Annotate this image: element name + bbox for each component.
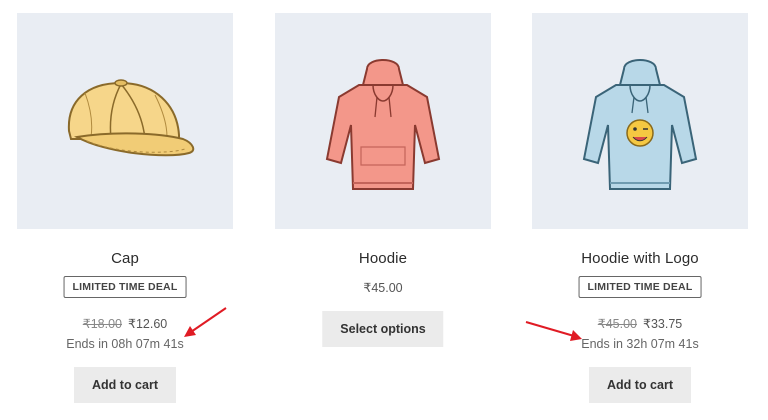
regular-price: ₹18.00 — [82, 317, 122, 331]
product-title[interactable]: Cap — [17, 250, 233, 267]
select-options-button[interactable]: Select options — [322, 311, 444, 347]
product-title[interactable]: Hoodie with Logo — [532, 250, 748, 267]
red-arrow-to-countdown-1-icon — [184, 307, 227, 337]
hoodie-image — [325, 59, 441, 190]
product-image-cap[interactable] — [17, 13, 233, 229]
product-image-hoodie-with-logo[interactable] — [532, 13, 748, 229]
add-to-cart-button[interactable]: Add to cart — [589, 367, 691, 403]
regular-price: ₹45.00 — [597, 317, 637, 331]
sale-price: ₹12.60 — [128, 317, 168, 331]
product-price: ₹45.00 — [363, 281, 403, 295]
limited-time-deal-badge: LIMITED TIME DEAL — [578, 276, 702, 298]
cap-image — [67, 79, 195, 157]
sale-price: ₹33.75 — [643, 317, 683, 331]
red-arrow-to-countdown-3-icon — [525, 321, 582, 341]
limited-time-deal-badge: LIMITED TIME DEAL — [63, 276, 187, 298]
add-to-cart-button[interactable]: Add to cart — [74, 367, 176, 403]
hoodie-with-logo-image — [582, 59, 698, 190]
product-image-hoodie[interactable] — [275, 13, 491, 229]
product-title[interactable]: Hoodie — [275, 250, 491, 267]
